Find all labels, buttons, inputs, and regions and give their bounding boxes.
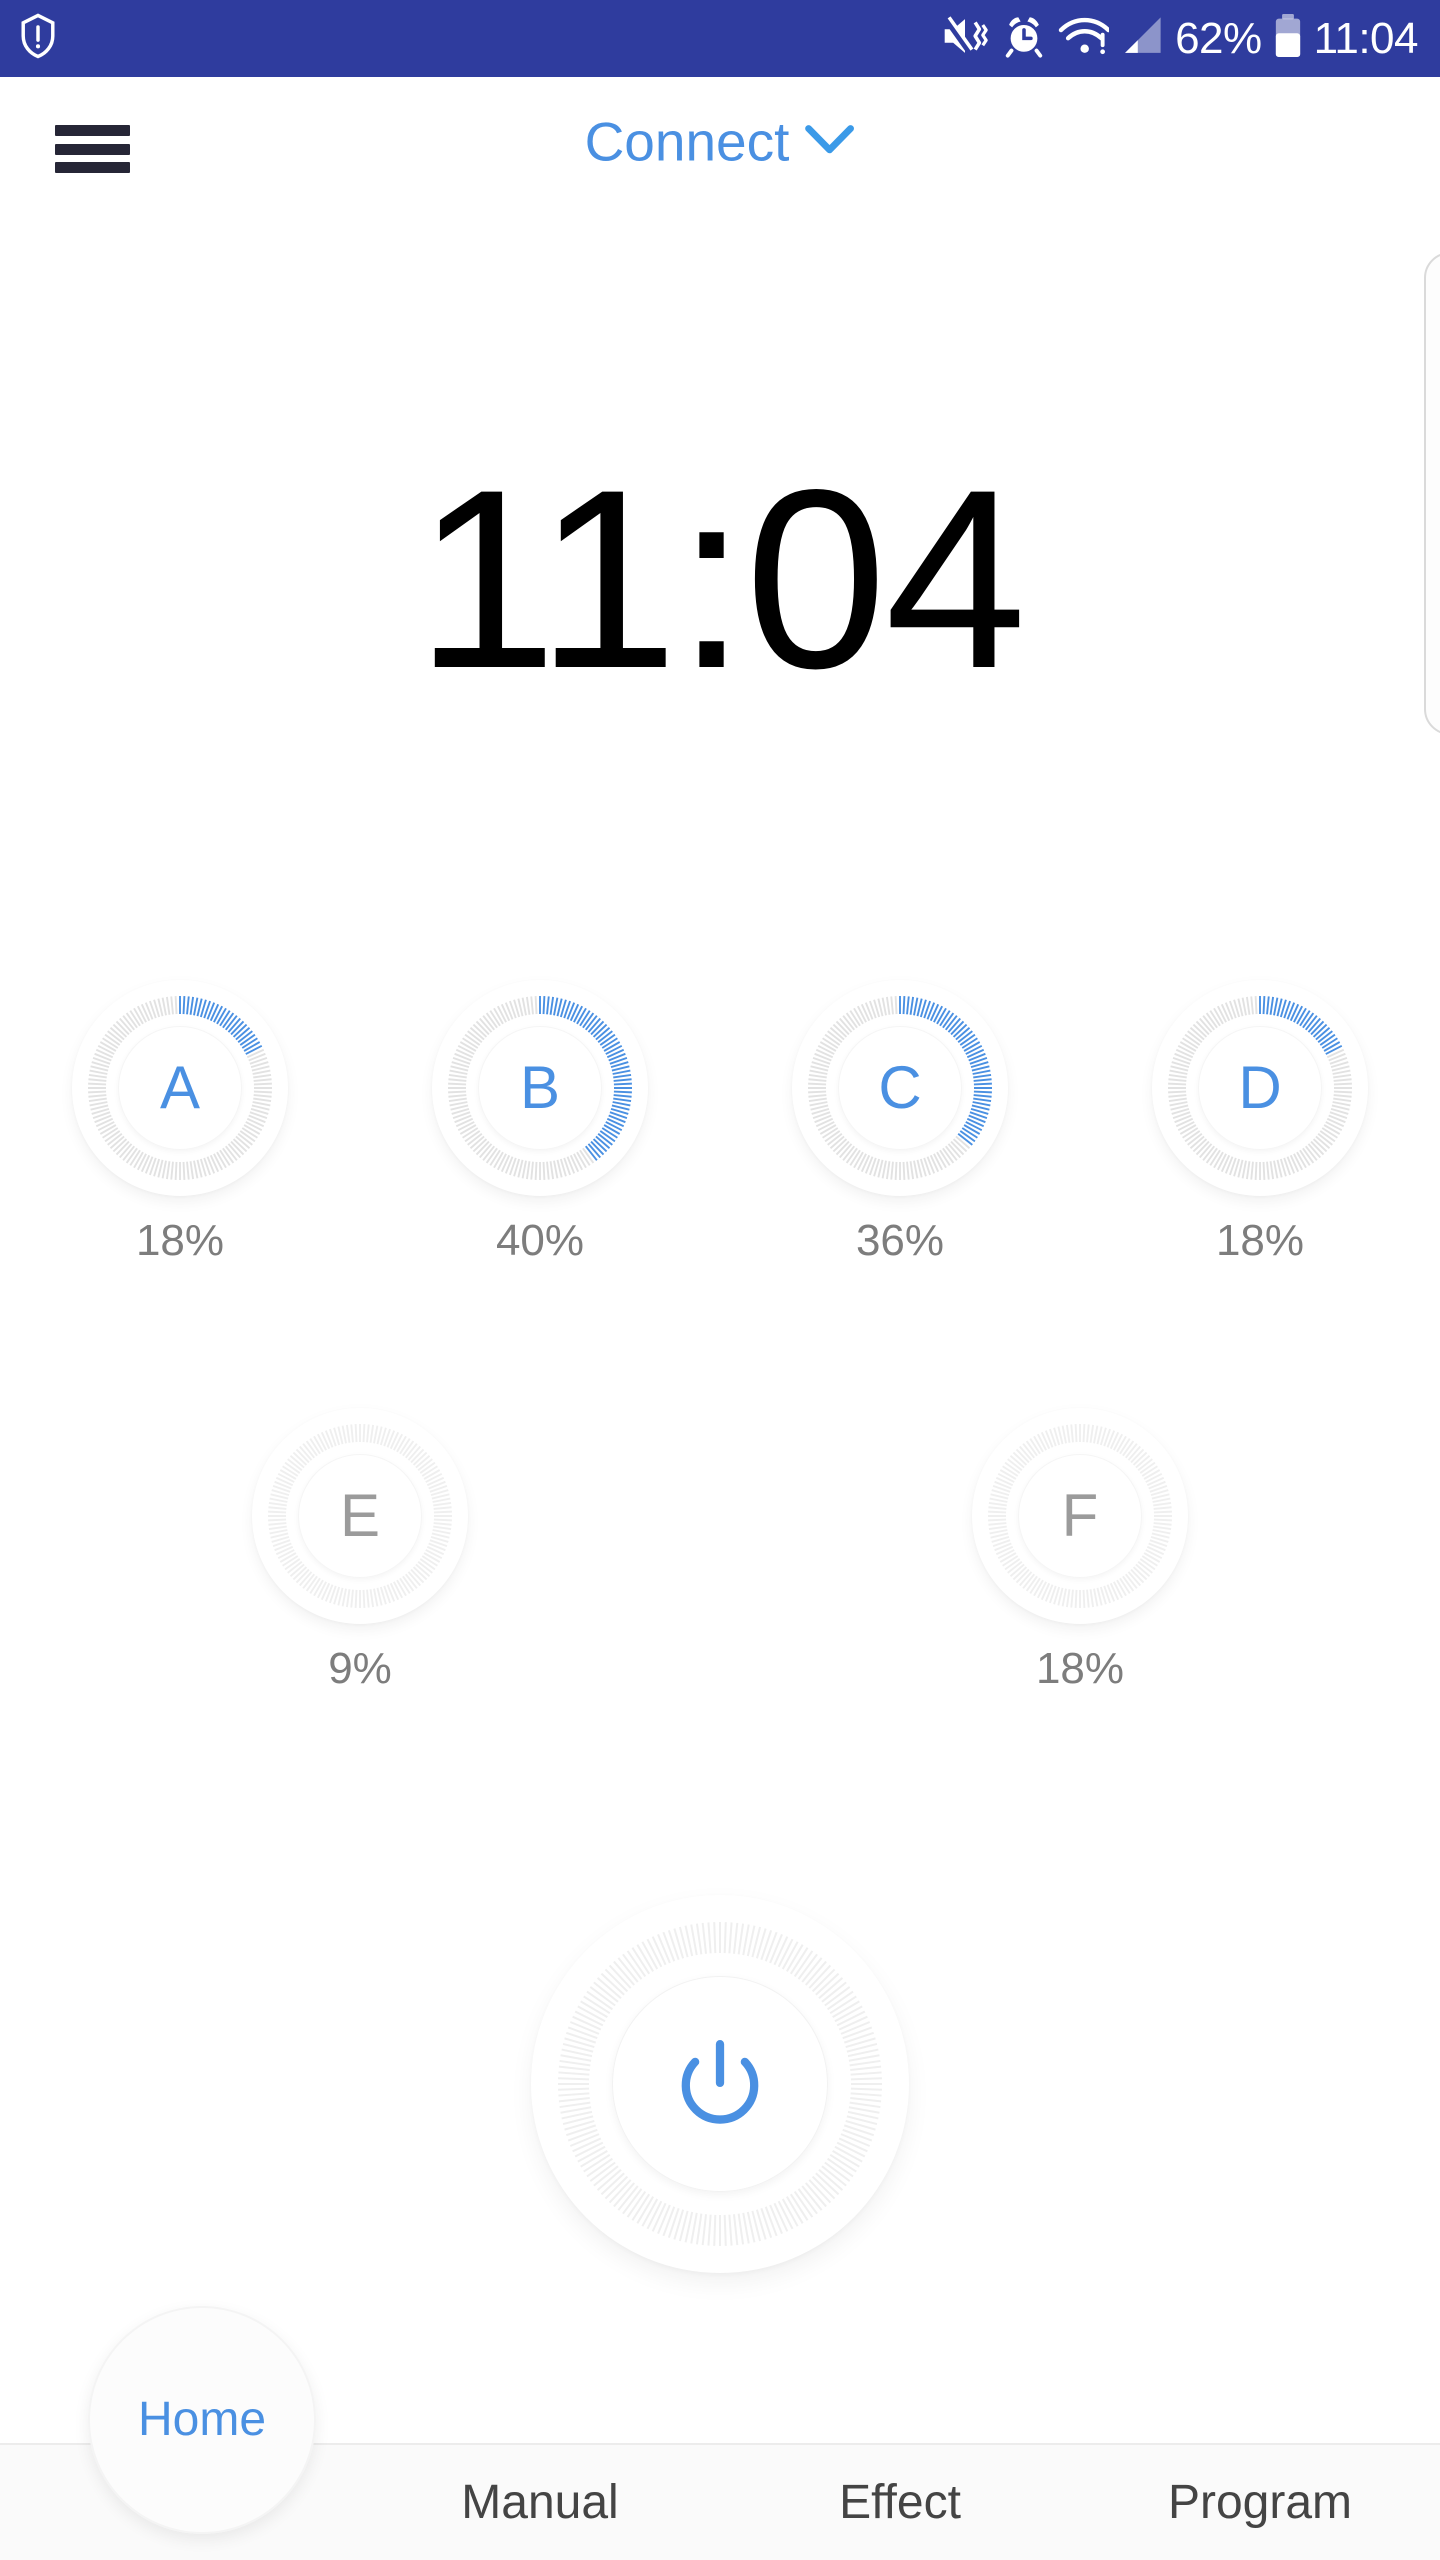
knob-dial-e[interactable]: E — [252, 1408, 468, 1624]
nav-tab-effect[interactable]: Effect — [720, 2445, 1080, 2560]
main-clock-display: 11:04 — [415, 437, 1026, 722]
status-bar-left — [18, 13, 58, 64]
knob-letter-label: B — [519, 1054, 561, 1121]
channel-knob-e[interactable]: E 9% — [240, 1408, 480, 1691]
hamburger-bar — [55, 162, 130, 173]
power-button[interactable] — [531, 1895, 909, 2273]
channel-knob-a[interactable]: A 18% — [0, 980, 360, 1263]
knob-letter-label: A — [159, 1054, 201, 1121]
knob-dial-b[interactable]: B — [432, 980, 648, 1196]
channel-knob-f[interactable]: F 18% — [960, 1408, 1200, 1691]
knob-percent-label: 9% — [328, 1644, 392, 1693]
shield-warning-icon — [18, 13, 58, 64]
alarm-clock-icon — [1002, 14, 1046, 63]
channel-row-top: A 18% B 40% C 36% D 18% — [0, 980, 1440, 1263]
knob-percent-label: 18% — [1035, 1644, 1125, 1693]
wifi-warning-icon — [1057, 14, 1111, 63]
knob-face: E — [298, 1454, 422, 1578]
battery-icon — [1273, 13, 1303, 64]
nav-tab-program[interactable]: Program — [1080, 2445, 1440, 2560]
knob-face: D — [1198, 1026, 1322, 1150]
nav-tab-home-label: Home — [137, 2393, 267, 2446]
app-root: 62% 11:04 Connect 11:04 A 18% B 40% C 36… — [0, 0, 1440, 2560]
knob-letter-label: C — [878, 1054, 922, 1121]
chevron-down-icon — [803, 124, 855, 161]
hamburger-bar — [55, 125, 130, 136]
mute-vibrate-icon — [939, 14, 991, 63]
knob-letter-label: E — [339, 1482, 381, 1549]
channel-knob-c[interactable]: C 36% — [720, 980, 1080, 1263]
hamburger-bar — [55, 143, 130, 155]
knob-letter-label: F — [1061, 1482, 1099, 1549]
channel-knob-d[interactable]: D 18% — [1080, 980, 1440, 1263]
status-bar-clock: 11:04 — [1313, 13, 1419, 63]
status-bar: 62% 11:04 — [0, 0, 1440, 77]
knob-percent-label: 18% — [1215, 1216, 1305, 1265]
connect-dropdown[interactable]: Connect — [584, 110, 856, 173]
nav-tab-program-label: Program — [1167, 2475, 1353, 2529]
nav-tab-manual-label: Manual — [461, 2475, 619, 2529]
knob-face: A — [118, 1026, 242, 1150]
knob-face: B — [478, 1026, 602, 1150]
knob-dial-f[interactable]: F — [972, 1408, 1188, 1624]
channel-knob-b[interactable]: B 40% — [360, 980, 720, 1263]
knob-percent-label: 18% — [135, 1216, 225, 1265]
nav-tab-manual[interactable]: Manual — [360, 2445, 720, 2560]
nav-tab-home[interactable]: Home — [88, 2306, 316, 2534]
knob-dial-c[interactable]: C — [792, 980, 1008, 1196]
knob-face: C — [838, 1026, 962, 1150]
knob-dial-a[interactable]: A — [72, 980, 288, 1196]
power-button-face — [612, 1976, 828, 2192]
power-button-container — [0, 1895, 1440, 2273]
app-header: Connect — [0, 77, 1440, 207]
battery-percent-label: 62% — [1175, 13, 1262, 63]
knob-percent-label: 36% — [855, 1216, 945, 1265]
knob-face: F — [1018, 1454, 1142, 1578]
hamburger-menu-icon[interactable] — [55, 125, 130, 173]
channel-row-bottom: E 9% F 18% — [0, 1408, 1440, 1691]
knob-percent-label: 40% — [495, 1216, 585, 1265]
knob-letter-label: D — [1238, 1054, 1282, 1121]
connect-label: Connect — [584, 110, 790, 173]
nav-tab-effect-label: Effect — [839, 2475, 961, 2529]
cellular-signal-icon — [1120, 14, 1164, 63]
status-bar-right: 62% 11:04 — [939, 13, 1419, 64]
power-icon — [666, 2028, 774, 2141]
knob-dial-d[interactable]: D — [1152, 980, 1368, 1196]
